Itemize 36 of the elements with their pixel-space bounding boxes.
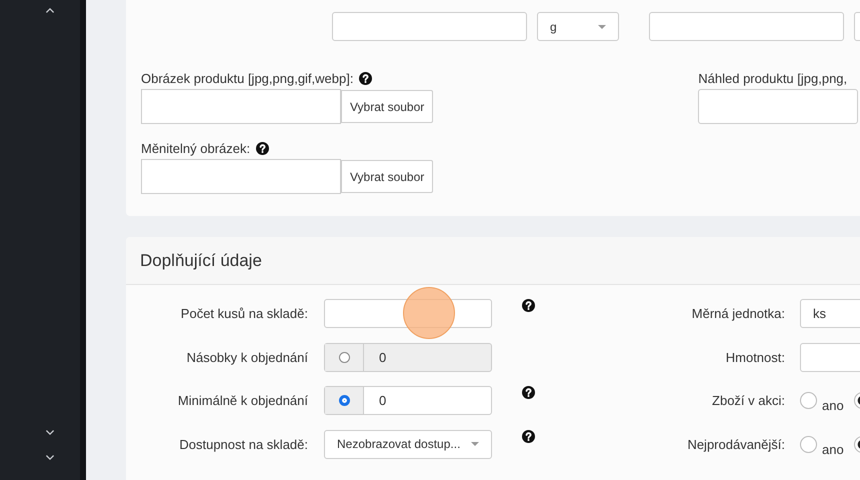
section-title: Doplňující údaje (140, 250, 262, 270)
radio-label: ano (822, 398, 844, 413)
number-input-group[interactable]: 0 (324, 386, 492, 415)
field-label: Obrázek produktu [jpg,png,gif,webp]: (141, 71, 354, 86)
number-value: 0 (378, 392, 386, 410)
field-label: Dostupnost na skladě: (178, 436, 309, 452)
chevron-down-icon[interactable] (44, 427, 56, 437)
choose-file-button[interactable]: Vybrat soubor (341, 90, 434, 123)
unit-select[interactable]: g (537, 12, 619, 41)
radio-button[interactable] (338, 395, 350, 406)
choose-file-button[interactable]: Vybrat soubor (341, 160, 434, 193)
quantity-input[interactable] (332, 12, 527, 41)
file-input[interactable] (141, 89, 341, 124)
availability-select[interactable]: Nezobrazovat dostup... (324, 430, 492, 458)
field-label: Nejprodávanější: (686, 436, 786, 452)
field-label: Zboží v akci: (711, 393, 786, 408)
field-label: Minimálně k objednání (176, 393, 309, 408)
help-icon[interactable] (256, 142, 270, 155)
help-icon[interactable] (522, 386, 535, 399)
field-label: Hmotnost: (724, 350, 786, 364)
chevron-down-icon[interactable] (44, 452, 56, 462)
field-label: Počet kusů na skladě: (180, 306, 309, 321)
text-input[interactable]: ks (800, 299, 860, 328)
radio-button[interactable] (800, 436, 817, 452)
help-icon[interactable] (522, 430, 535, 442)
field-label: Měrná jednotka: (690, 306, 786, 321)
field-label: Měnitelný obrázek: (141, 141, 250, 156)
field-label: Náhled produktu [jpg,png, (698, 71, 848, 86)
unit-quantity-input[interactable] (649, 12, 844, 41)
radio-label: ano (822, 442, 844, 456)
help-icon[interactable] (522, 299, 535, 312)
file-input[interactable] (141, 159, 341, 194)
radio-button[interactable] (800, 392, 817, 409)
help-icon[interactable] (359, 72, 372, 85)
field-label: Násobky k objednání (186, 350, 309, 364)
number-value: 0 (378, 348, 386, 366)
